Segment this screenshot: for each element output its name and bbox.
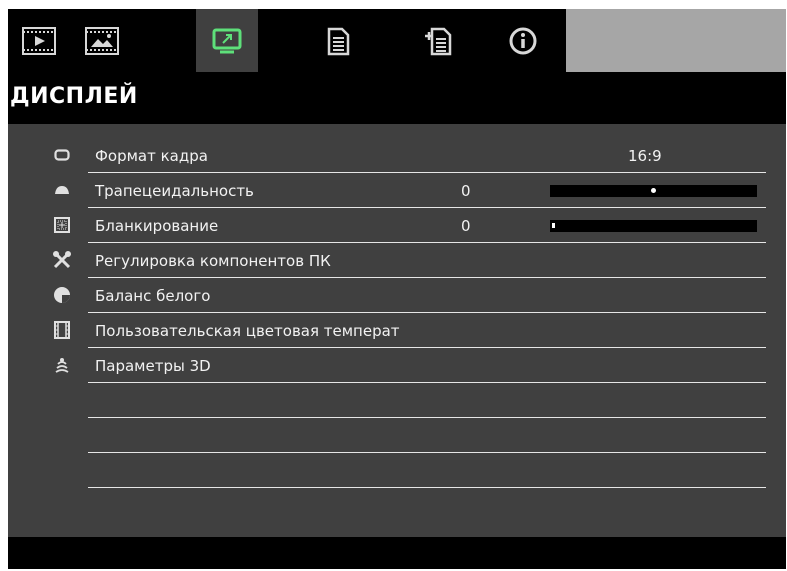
menu-item-pc-adjust[interactable]: Регулировка компонентов ПК (8, 243, 786, 278)
tab-settings[interactable] (308, 9, 370, 72)
settings-doc-icon (327, 27, 350, 55)
tab-extra-settings[interactable] (408, 9, 470, 72)
tab-video[interactable] (8, 9, 70, 72)
menu-item-empty (8, 453, 786, 488)
page-title: ДИСПЛЕЙ (10, 84, 138, 109)
menu-item-blanking[interactable]: Бланкирование 0 (8, 208, 786, 243)
blanking-icon (52, 215, 72, 235)
menu-item-white-balance[interactable]: Баланс белого (8, 278, 786, 313)
menu-item-label: Пользовательская цветовая температ (95, 322, 400, 340)
image-icon (85, 26, 119, 55)
aspect-ratio-value: 16:9 (628, 147, 662, 165)
keystone-slider-knob[interactable] (651, 188, 656, 193)
info-icon (509, 27, 537, 54)
display-icon (212, 28, 242, 53)
blanking-slider[interactable] (550, 220, 757, 232)
tab-info[interactable] (492, 9, 554, 72)
tab-bar (8, 9, 786, 72)
menu-item-empty (8, 383, 786, 418)
keystone-icon (52, 180, 72, 200)
3d-icon (52, 355, 72, 375)
settings-doc-plus-icon (425, 27, 452, 55)
menu-item-label: Баланс белого (95, 287, 211, 305)
white-balance-icon (52, 285, 72, 305)
film-icon (52, 320, 72, 340)
menu-item-label: Трапецеидальность (95, 182, 254, 200)
osd-menu: ДИСПЛЕЙ Формат кадра 16:9 Трапецеидально… (8, 9, 786, 569)
menu-item-label: Параметры 3D (95, 357, 211, 375)
menu-item-3d[interactable]: Параметры 3D (8, 348, 786, 383)
tab-bar-filler (566, 9, 786, 72)
video-icon (22, 26, 56, 55)
tab-display[interactable] (196, 9, 258, 72)
bottom-bar (8, 537, 786, 569)
tools-icon (52, 250, 72, 270)
blanking-value: 0 (461, 217, 471, 235)
menu-item-label: Формат кадра (95, 147, 208, 165)
aspect-ratio-icon (52, 145, 72, 165)
row-divider (88, 487, 766, 488)
blanking-slider-knob[interactable] (552, 223, 555, 228)
menu-item-label: Регулировка компонентов ПК (95, 252, 331, 270)
title-bar: ДИСПЛЕЙ (8, 72, 786, 124)
keystone-value: 0 (461, 182, 471, 200)
menu-item-label: Бланкирование (95, 217, 219, 235)
menu-item-aspect-ratio[interactable]: Формат кадра 16:9 (8, 138, 786, 173)
menu-item-keystone[interactable]: Трапецеидальность 0 (8, 173, 786, 208)
menu-item-color-temp[interactable]: Пользовательская цветовая температ (8, 313, 786, 348)
keystone-slider[interactable] (550, 185, 757, 197)
tab-image[interactable] (71, 9, 133, 72)
menu-item-empty (8, 418, 786, 453)
